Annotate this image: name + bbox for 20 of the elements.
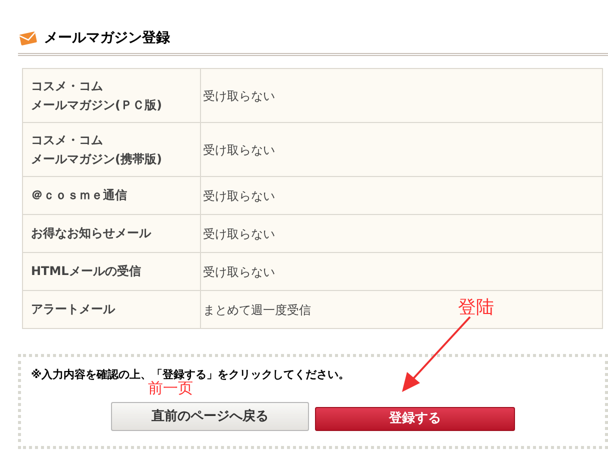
notice-text: ※入力内容を確認の上、「登録する」をクリックしてください。	[31, 368, 350, 381]
row-label: コスメ・コム	[31, 78, 103, 94]
row-label: HTMLメールの受信	[31, 263, 141, 280]
row-value: 受け取らない	[200, 122, 602, 176]
row-label: コスメ・コム	[31, 132, 103, 148]
row-label: アラートメール	[31, 301, 115, 318]
annotation-text: 前一页	[148, 381, 193, 396]
row-label: メールマガジン(携帯版)	[31, 150, 162, 168]
annotation-text: 登陆	[458, 296, 494, 320]
envelope-icon	[18, 30, 38, 46]
row-value: 受け取らない	[200, 252, 602, 290]
register-button[interactable]: 登録する	[315, 407, 515, 431]
row-value: 受け取らない	[200, 214, 602, 252]
back-button[interactable]: 直前のページへ戻る	[111, 402, 309, 431]
row-label: メールマガジン(ＰＣ版)	[31, 96, 162, 114]
row-label: ＠ｃｏｓｍｅ通信	[31, 187, 127, 204]
section-title: メールマガジン登録	[44, 28, 170, 48]
row-value: 受け取らない	[200, 176, 602, 214]
row-value: 受け取らない	[200, 68, 602, 122]
row-label: お得なお知らせメール	[31, 225, 151, 242]
